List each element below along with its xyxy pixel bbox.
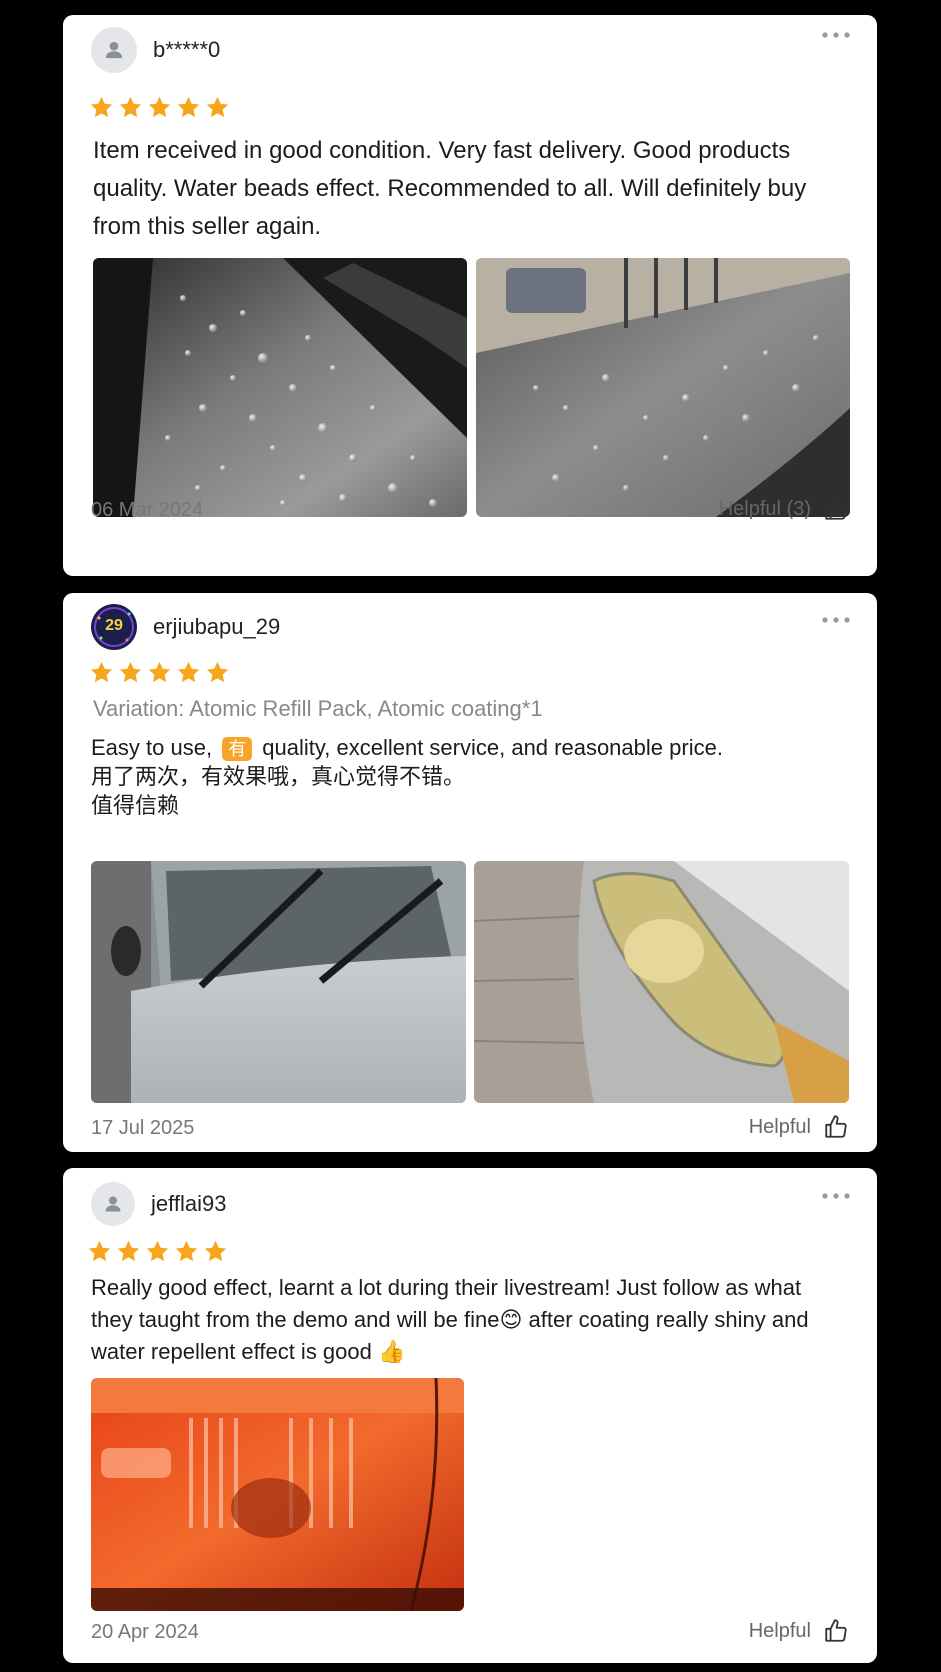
star-icon [87, 1239, 112, 1264]
shiny-orange-car-image [91, 1378, 464, 1611]
review-text-line: 值得信赖 [91, 793, 180, 818]
review-text: Easy to use, 有 quality, excellent servic… [91, 733, 847, 820]
star-icon [205, 660, 230, 685]
avatar-badge-text: 29 [105, 617, 123, 634]
review-photo[interactable] [91, 861, 466, 1103]
avatar[interactable] [91, 27, 137, 73]
helpful-button[interactable]: Helpful [749, 1618, 849, 1644]
review-header: 29 erjiubapu_29 [91, 604, 280, 650]
star-icon [174, 1239, 199, 1264]
water-beads-hood-image [93, 258, 467, 517]
star-icon [205, 95, 230, 120]
water-beads-roof-image [476, 258, 850, 517]
emoji-chip: 有 [222, 737, 253, 762]
review-card: jefflai93 Really good effect, learnt a l… [63, 1168, 877, 1663]
review-date: 20 Apr 2024 [91, 1621, 199, 1643]
helpful-label: Helpful (3) [718, 497, 811, 520]
review-photo[interactable] [91, 1378, 464, 1611]
star-icon [89, 95, 114, 120]
review-card: b*****0 Item received in good condition.… [63, 15, 877, 576]
review-date: 17 Jul 2025 [91, 1117, 195, 1139]
person-icon [101, 1192, 125, 1216]
avatar[interactable] [91, 1182, 135, 1226]
thumbs-up-icon [823, 1618, 849, 1644]
helpful-label: Helpful [748, 1619, 811, 1642]
reviewer-name[interactable]: erjiubapu_29 [153, 614, 280, 640]
star-icon [118, 660, 143, 685]
review-photo[interactable] [476, 258, 850, 517]
more-options-icon[interactable] [821, 616, 851, 624]
star-icon [176, 660, 201, 685]
helpful-button[interactable]: Helpful (3) [719, 496, 849, 522]
rating-stars [87, 1239, 228, 1264]
more-options-icon[interactable] [821, 1192, 851, 1200]
star-icon [176, 95, 201, 120]
car-headlight-image [474, 861, 849, 1103]
thumbs-up-icon [823, 1114, 849, 1140]
review-date: 06 Mar 2024 [91, 499, 204, 521]
review-photo[interactable] [93, 258, 467, 517]
star-icon [116, 1239, 141, 1264]
review-text: Really good effect, learnt a lot during … [91, 1275, 809, 1364]
review-photo[interactable] [474, 861, 849, 1103]
person-icon [101, 37, 127, 63]
star-icon [203, 1239, 228, 1264]
helpful-button[interactable]: Helpful [749, 1114, 849, 1140]
variation-text: Variation: Atomic Refill Pack, Atomic co… [93, 696, 543, 721]
review-header: b*****0 [91, 27, 220, 73]
rating-stars [89, 660, 230, 685]
star-icon [145, 1239, 170, 1264]
silver-car-windshield-image [91, 861, 466, 1103]
rating-stars [89, 95, 230, 120]
star-icon [147, 95, 172, 120]
reviewer-name[interactable]: jefflai93 [151, 1191, 226, 1217]
helpful-label: Helpful [748, 1115, 811, 1138]
review-text: Item received in good condition. Very fa… [93, 137, 807, 240]
review-text-part: Easy to use, [91, 735, 219, 760]
star-icon [118, 95, 143, 120]
star-icon [89, 660, 114, 685]
review-text-line: 用了两次，有效果哦，真心觉得不错。 [91, 764, 466, 789]
reviewer-name[interactable]: b*****0 [153, 37, 220, 63]
review-header: jefflai93 [91, 1182, 226, 1226]
review-card: 29 erjiubapu_29 Variation: Atomic Refill… [63, 593, 877, 1152]
avatar[interactable]: 29 [91, 604, 137, 650]
star-icon [147, 660, 172, 685]
review-text-part: quality, excellent service, and reasonab… [256, 735, 723, 760]
more-options-icon[interactable] [821, 31, 851, 39]
thumbs-up-icon [823, 496, 849, 522]
